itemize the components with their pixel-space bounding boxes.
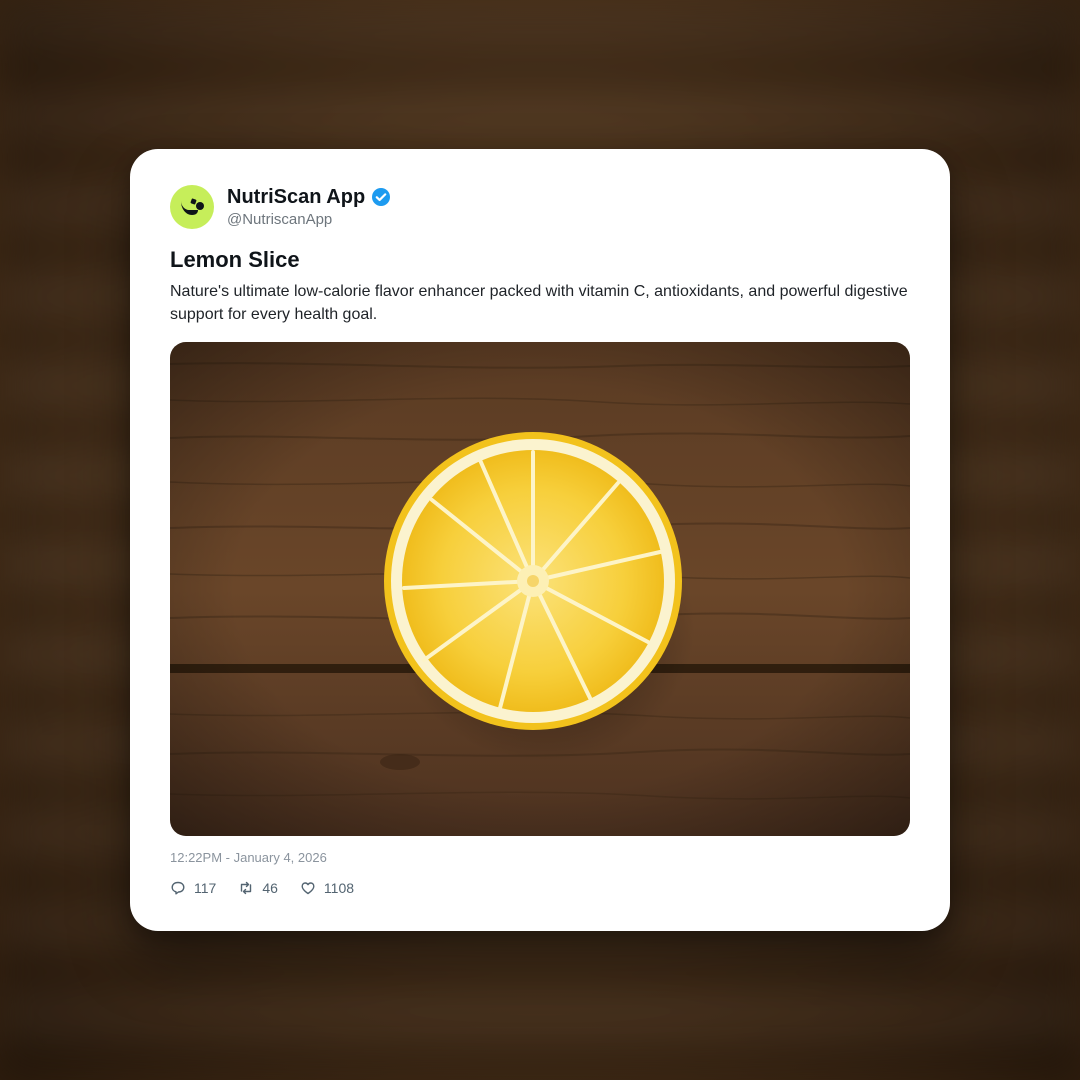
heart-icon — [301, 882, 315, 895]
reply-button[interactable]: 117 — [170, 879, 216, 897]
post-image[interactable] — [170, 342, 910, 836]
post-header: NutriScan App @NutriscanApp — [170, 185, 391, 229]
reply-count: 117 — [194, 880, 217, 896]
retweet-button[interactable]: 46 — [238, 879, 278, 897]
post-title: Lemon Slice — [170, 247, 300, 272]
post-timestamp[interactable]: 12:22PM - January 4, 2026 — [170, 849, 327, 867]
retweet-count: 46 — [262, 880, 278, 896]
name-row: NutriScan App — [227, 185, 391, 209]
post-body: Nature's ultimate low-calorie flavor enh… — [170, 283, 908, 323]
account-handle[interactable]: @NutriscanApp — [227, 210, 391, 230]
nutriscan-logo-icon — [181, 198, 204, 215]
like-count: 1108 — [323, 880, 355, 896]
reply-icon — [171, 881, 185, 895]
avatar[interactable] — [170, 185, 214, 229]
account-identity: NutriScan App @NutriscanApp — [227, 185, 391, 230]
post-card: NutriScan App @NutriscanApp Lemon Slice … — [130, 149, 950, 931]
verified-badge-icon — [371, 187, 391, 207]
like-button[interactable]: 1108 — [300, 879, 354, 897]
retweet-icon — [241, 881, 252, 895]
display-name[interactable]: NutriScan App — [227, 185, 365, 209]
post-actions: 117 46 1108 — [170, 879, 376, 897]
